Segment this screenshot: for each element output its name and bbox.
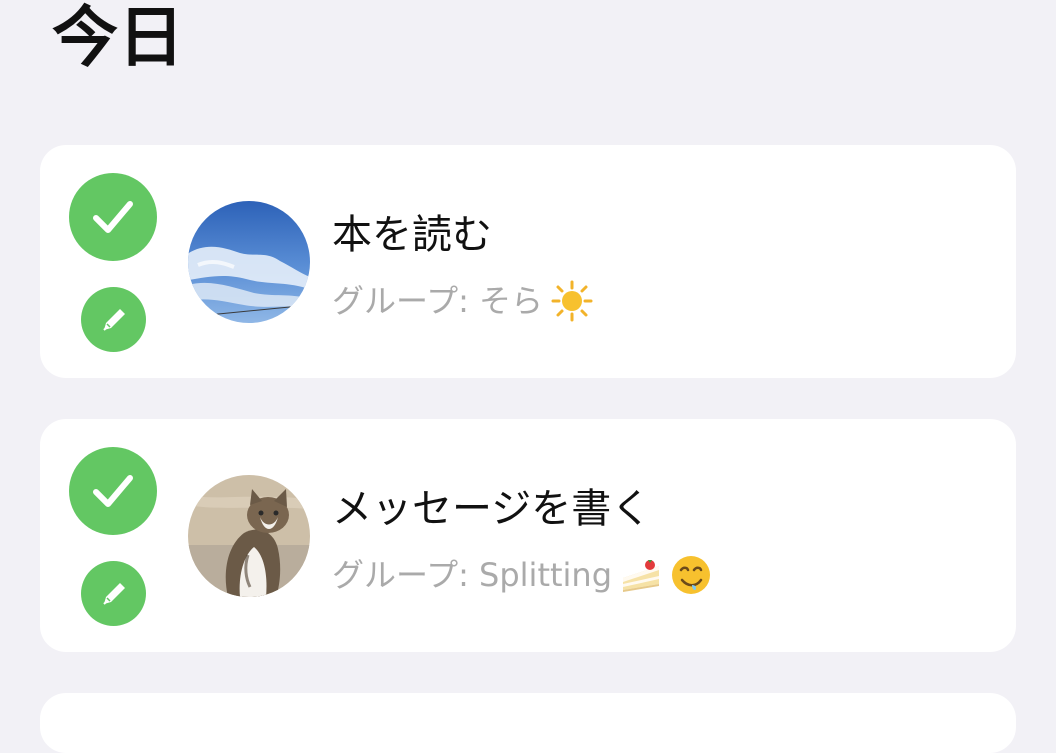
pencil-icon — [102, 582, 125, 605]
task-group: グループ: Splitting — [332, 553, 712, 597]
avatar[interactable] — [188, 475, 310, 597]
pencil-icon — [102, 308, 125, 331]
drooling-face-icon — [670, 554, 712, 596]
task-card[interactable] — [40, 693, 1016, 753]
edit-button[interactable] — [81, 287, 146, 352]
avatar[interactable] — [188, 201, 310, 323]
shortcake-icon — [620, 554, 662, 596]
sky-photo — [188, 201, 310, 323]
group-label: グループ: そら — [332, 282, 544, 320]
task-title: メッセージを書く — [332, 486, 652, 532]
task-group: グループ: そら — [332, 279, 593, 323]
complete-button[interactable] — [69, 447, 157, 535]
task-card[interactable]: メッセージを書く グループ: Splitting — [40, 419, 1016, 652]
page-title: 今日 — [52, 0, 184, 76]
group-label: グループ: Splitting — [332, 556, 613, 594]
checkmark-icon — [93, 201, 133, 233]
task-card[interactable]: 本を読む グループ: そら — [40, 145, 1016, 378]
cat-photo — [188, 475, 310, 597]
task-title: 本を読む — [332, 212, 492, 258]
edit-button[interactable] — [81, 561, 146, 626]
sun-icon — [551, 280, 593, 322]
complete-button[interactable] — [69, 173, 157, 261]
checkmark-icon — [93, 475, 133, 507]
